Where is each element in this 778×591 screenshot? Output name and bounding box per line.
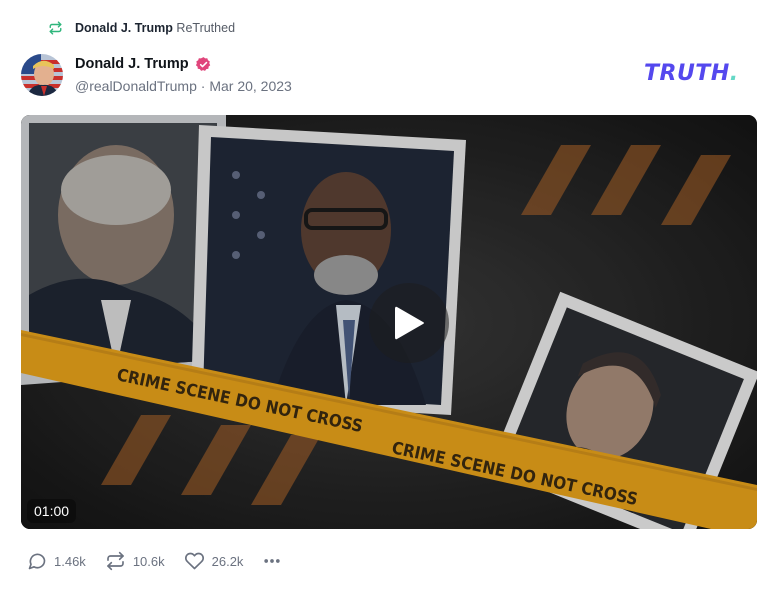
retruth-text: Donald J. Trump ReTruthed — [75, 21, 235, 35]
author-block: Donald J. Trump @realDonaldTrump · Mar 2… — [75, 54, 292, 94]
like-count: 26.2k — [211, 553, 244, 569]
logo-dot: . — [729, 61, 739, 86]
author-name[interactable]: Donald J. Trump — [75, 56, 189, 72]
retruth-icon — [49, 21, 62, 35]
play-button[interactable] — [369, 283, 449, 363]
verified-badge-icon — [195, 56, 210, 71]
author-handle[interactable]: @realDonaldTrump — [75, 78, 197, 94]
more-button[interactable] — [262, 551, 282, 571]
post-date[interactable]: Mar 20, 2023 — [209, 78, 292, 94]
logo-text: TRUTH — [644, 61, 730, 86]
action-bar: 1.46k 10.6k 26.2k — [27, 549, 301, 573]
play-icon — [395, 306, 424, 340]
author-meta: @realDonaldTrump · Mar 20, 2023 — [75, 78, 292, 94]
retruth-author-link[interactable]: Donald J. Trump — [75, 21, 173, 35]
retruth-button[interactable]: 10.6k — [105, 551, 165, 571]
reply-icon — [28, 553, 46, 570]
retruth-action-icon — [106, 551, 124, 571]
like-button[interactable]: 26.2k — [184, 551, 244, 571]
retruth-label: ReTruthed — [176, 21, 236, 35]
more-icon — [264, 559, 281, 563]
video-duration: 01:00 — [27, 499, 77, 523]
reply-button[interactable]: 1.46k — [27, 551, 86, 571]
retruth-count: 10.6k — [132, 553, 165, 569]
retruth-header: Donald J. Trump ReTruthed — [48, 18, 235, 38]
truth-logo[interactable]: TRUTH. — [644, 61, 739, 87]
heart-icon — [184, 552, 204, 570]
avatar[interactable] — [21, 54, 63, 96]
reply-count: 1.46k — [54, 553, 86, 569]
video-player[interactable]: CRIME SCENE DO NOT CROSS CRIME SCENE DO … — [21, 115, 757, 529]
meta-separator: · — [200, 78, 206, 94]
